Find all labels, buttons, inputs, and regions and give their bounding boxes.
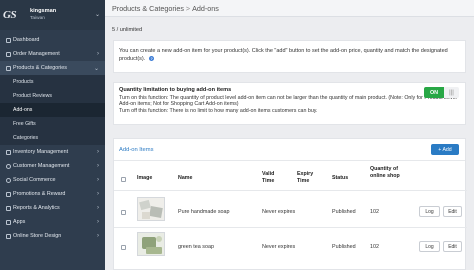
column-header-status: Status [332,175,349,181]
column-header-expiry-time: Expiry Time [297,171,314,184]
chevron-right-icon: › [97,149,99,155]
sidebar-subitem-product-reviews[interactable]: Product Reviews [0,89,105,103]
edit-button[interactable]: Edit [443,241,462,252]
sidebar-item-dashboard[interactable]: Dashboard [0,33,105,47]
inventory-icon [3,149,13,155]
sidebar-item-label: Promotions & Reward [13,191,66,197]
table-divider [114,190,467,191]
row-expiry: Never expires [262,209,296,215]
chevron-right-icon: › [97,233,99,239]
chevron-right-icon: › [97,191,99,197]
column-header-quantity: Quantity of online shop [370,166,400,179]
chevron-right-icon: › [97,219,99,225]
sidebar-subitem-add-ons[interactable]: Add-ons [0,103,105,117]
reports-icon [3,205,13,211]
row-name: Pure handmade soap [178,209,230,215]
breadcrumb-parent[interactable]: Products & Categories [112,4,184,13]
row-quantity: 102 [370,244,379,250]
product-image [137,197,165,221]
column-header-valid-time: Valid Time [262,171,275,184]
sidebar: GS kingsman Taiwan ⌄ Dashboard Order Man… [0,0,105,270]
breadcrumb-current: Add-ons [192,3,219,13]
brand-logo: GS [3,9,17,21]
select-all-checkbox[interactable] [121,177,126,182]
sidebar-item-apps[interactable]: Apps › [0,215,105,229]
social-icon [3,177,13,183]
design-icon [3,233,13,239]
sidebar-item-label: Customer Management [13,163,70,169]
toggle-handle-icon: ||| [444,87,459,98]
breadcrumb-separator: > [185,3,191,13]
sidebar-item-reports-analytics[interactable]: Reports & Analytics › [0,201,105,215]
sidebar-item-label: Social Commerce [13,177,56,183]
sidebar-item-social-commerce[interactable]: Social Commerce › [0,173,105,187]
quantity-limit-off-text: Turn off this function: There is no limi… [119,107,318,114]
sidebar-subitem-products[interactable]: Products [0,75,105,89]
sidebar-item-order-management[interactable]: Order Management › [0,47,105,61]
quantity-limit-title: Quantity limitation to buying add-on ite… [119,87,232,93]
row-quantity: 102 [370,209,379,215]
sidebar-subitem-categories[interactable]: Categories [0,131,105,145]
chevron-right-icon: › [97,163,99,169]
dashboard-icon [3,37,13,43]
add-button[interactable]: + Add [431,144,459,155]
store-name: kingsman [30,8,57,14]
orders-icon [3,51,13,57]
store-switcher[interactable]: GS kingsman Taiwan ⌄ [0,0,105,30]
products-icon [3,65,13,71]
sidebar-item-label: Inventory Management [13,149,69,155]
row-status: Published [332,209,356,215]
addon-items-card: Add-on Items + Add Image Name Valid Time… [113,138,467,270]
breadcrumb: Products & Categories > Add-ons [105,0,474,17]
sidebar-item-inventory-management[interactable]: Inventory Management › [0,145,105,159]
sidebar-item-label: Reports & Analytics [13,205,60,211]
sidebar-item-products-categories[interactable]: Products & Categories ⌄ [0,61,105,75]
sidebar-subitem-free-gifts[interactable]: Free Gifts [0,117,105,131]
table-divider [114,227,467,228]
store-region: Taiwan [30,16,45,21]
sidebar-item-label: Online Store Design [13,233,62,239]
intro-card: You can create a new add-on item for you… [113,40,466,73]
column-header-image: Image [137,175,153,181]
chevron-down-icon: ⌄ [95,12,101,18]
sidebar-item-label: Dashboard [13,37,40,43]
sidebar-item-promotions-reward[interactable]: Promotions & Reward › [0,187,105,201]
sidebar-item-label: Order Management [13,51,60,57]
log-button[interactable]: Log [419,241,440,252]
chevron-right-icon: › [97,51,99,57]
sidebar-item-label: Products & Categories [13,65,67,71]
apps-icon [3,219,13,225]
addon-items-title: Add-on Items [119,146,154,153]
row-expiry: Never expires [262,244,296,250]
sidebar-item-label: Apps [13,219,26,225]
intro-text: You can create a new add-on item for you… [119,48,448,62]
help-icon[interactable]: ? [148,55,155,62]
chevron-down-icon: ⌄ [93,65,99,72]
row-checkbox[interactable] [121,210,126,215]
quantity-limit-card: Quantity limitation to buying add-on ite… [113,82,466,125]
row-checkbox[interactable] [121,245,126,250]
quantity-limit-toggle[interactable]: ON ||| [424,87,459,98]
chevron-right-icon: › [97,205,99,211]
edit-button[interactable]: Edit [443,206,462,217]
product-image [137,232,165,256]
customers-icon [3,163,13,169]
promotions-icon [3,191,13,197]
addon-limit-count: 5 / unlimited [112,27,143,33]
row-name: green tea soap [178,244,214,250]
log-button[interactable]: Log [419,206,440,217]
row-status: Published [332,244,356,250]
toggle-on-label: ON [424,87,444,98]
quantity-limit-on-text: Turn on this function: The quantity of p… [119,95,457,108]
chevron-right-icon: › [97,177,99,183]
sidebar-item-online-store-design[interactable]: Online Store Design › [0,229,105,243]
column-header-name: Name [178,175,193,181]
sidebar-item-customer-management[interactable]: Customer Management › [0,159,105,173]
